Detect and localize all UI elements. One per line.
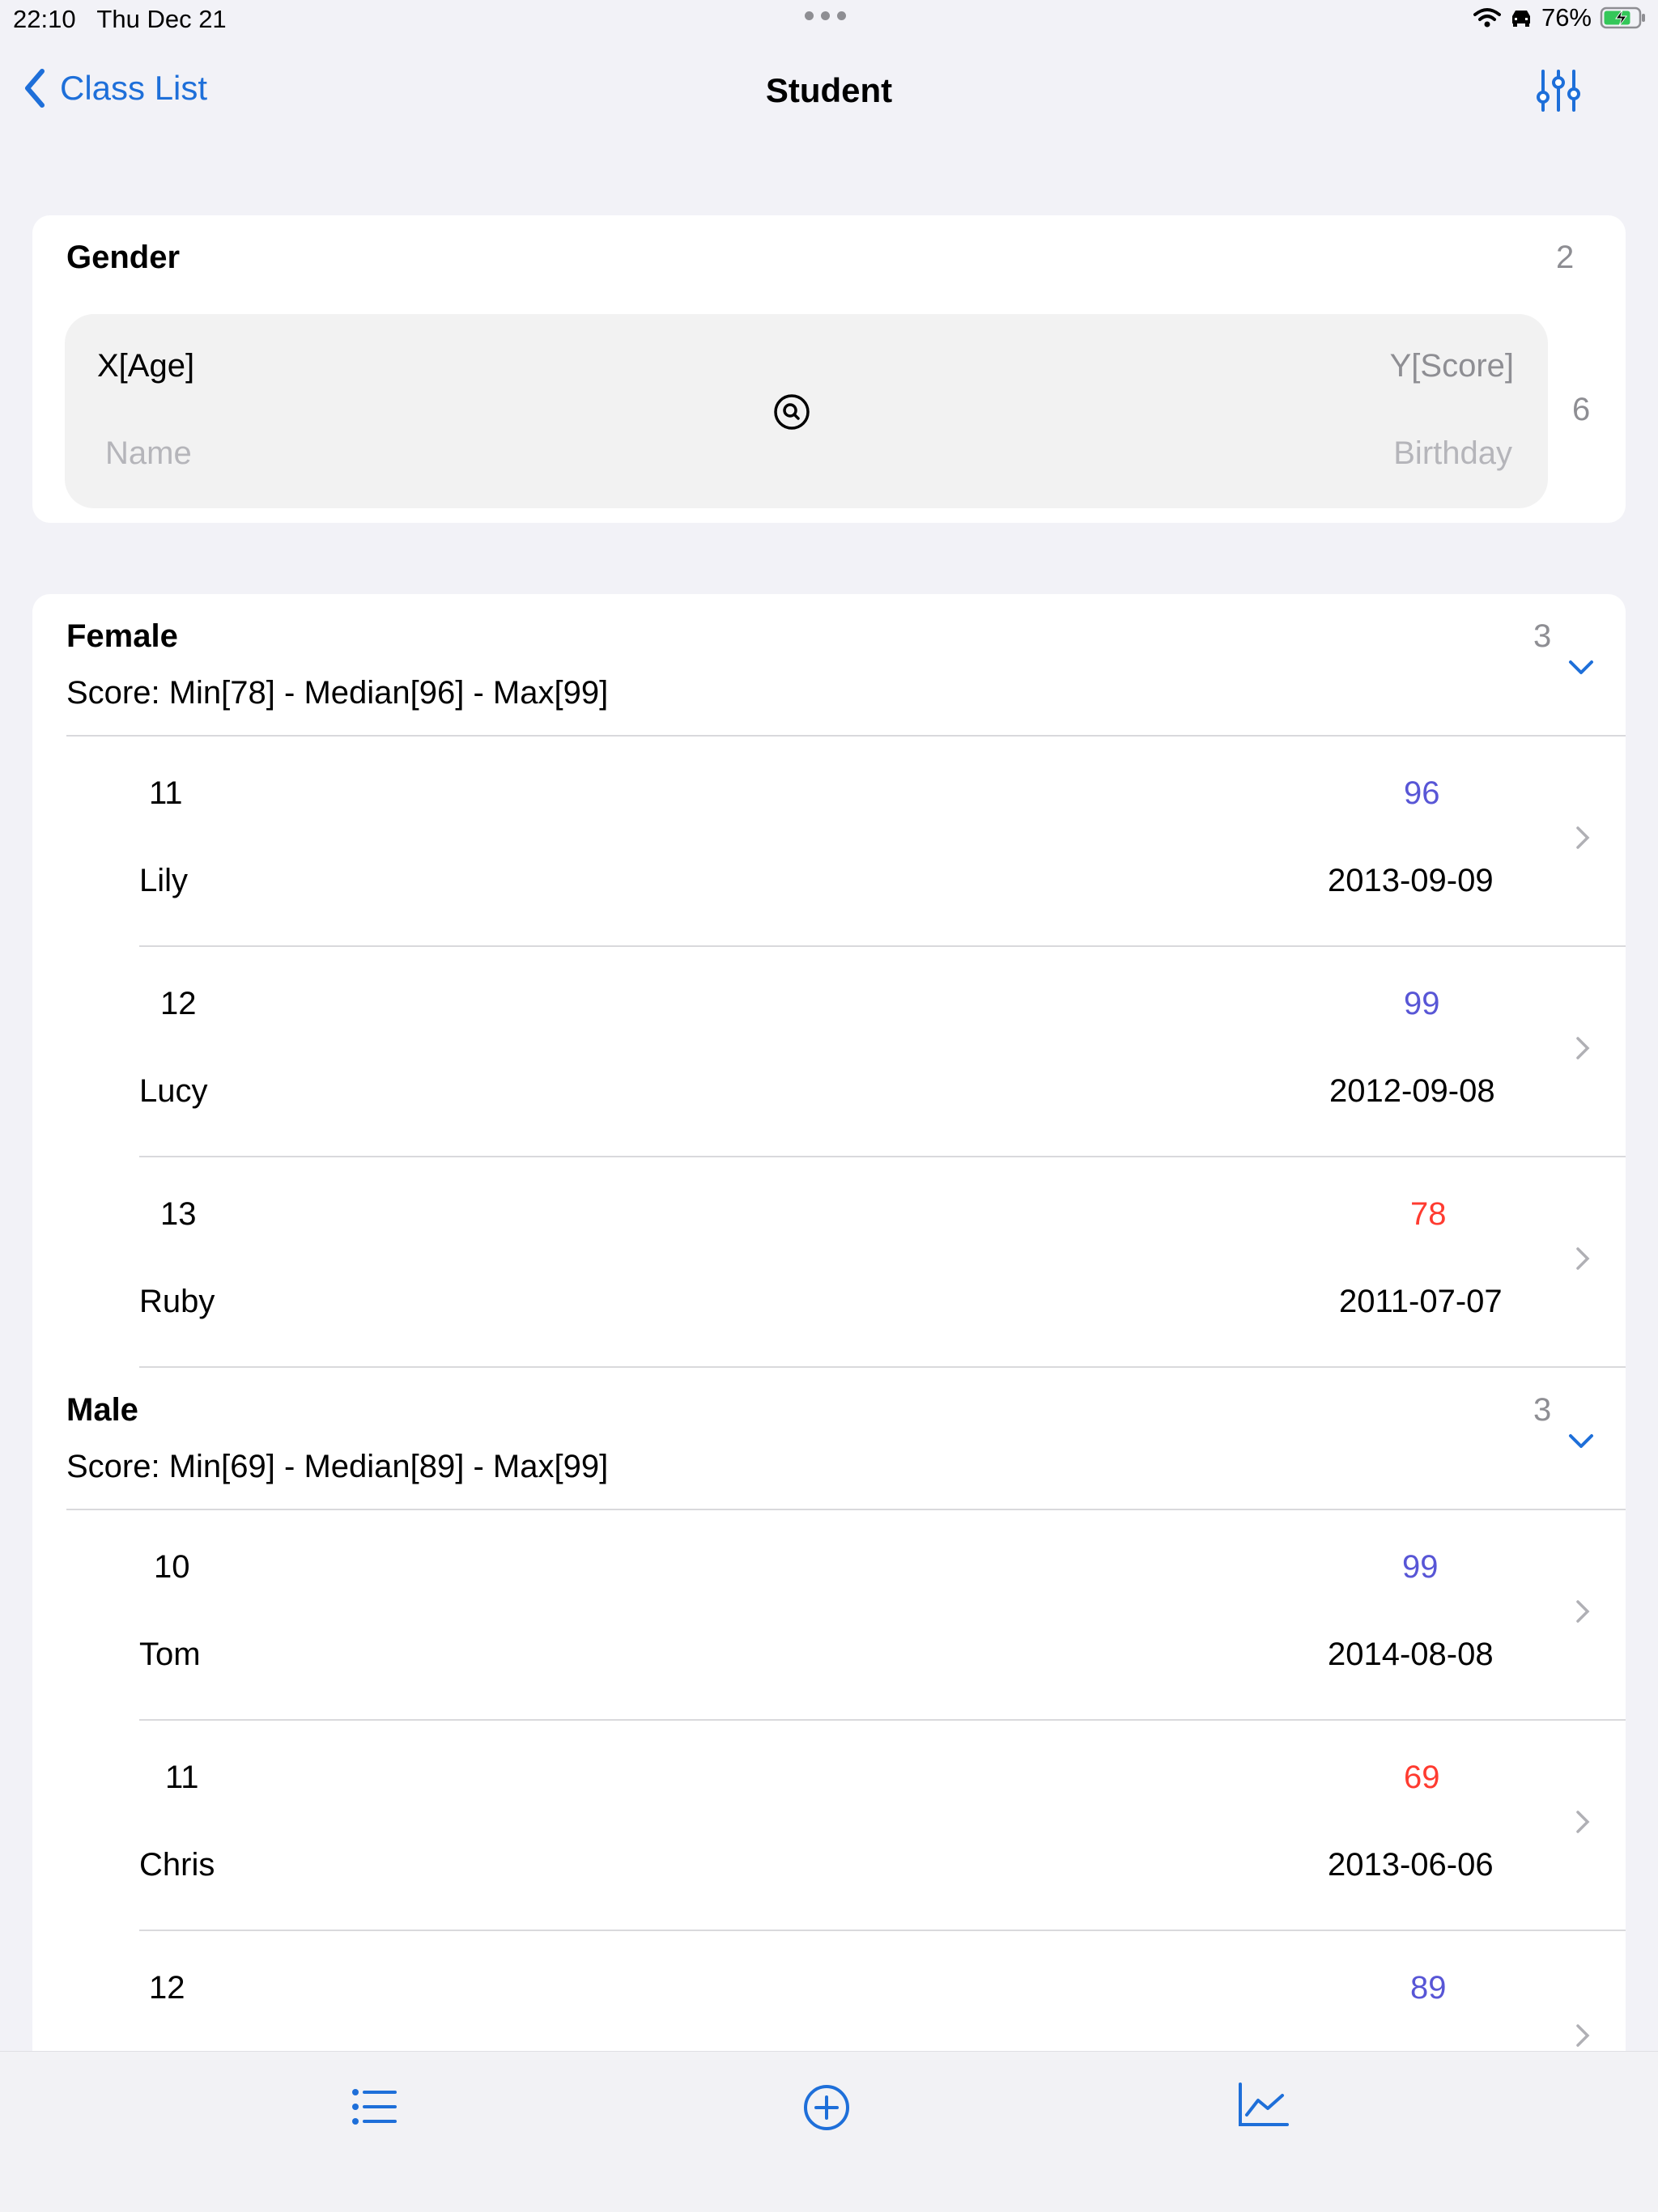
list-icon[interactable]	[351, 2087, 398, 2126]
multitasking-dots[interactable]	[805, 11, 846, 20]
age-value: 12	[149, 1970, 185, 2006]
bottom-toolbar	[0, 2051, 1658, 2212]
score-value: 96	[1404, 775, 1440, 811]
search-circle-icon[interactable]	[773, 393, 810, 431]
chart-icon[interactable]	[1237, 2083, 1289, 2128]
student-name: Lily	[139, 863, 189, 898]
chevron-right-icon	[1576, 1811, 1590, 1833]
filter-settings-button[interactable]	[1535, 68, 1582, 117]
age-value: 12	[160, 986, 197, 1021]
chevron-down-icon[interactable]	[1567, 1433, 1595, 1450]
grouping-title: Gender	[66, 240, 181, 275]
status-indicators: 76%	[1473, 3, 1647, 32]
car-icon	[1511, 11, 1530, 27]
battery-charging-icon	[1600, 6, 1645, 29]
list-item[interactable]: 11 Chris 69 2013-06-06	[32, 1721, 1626, 1931]
group-header-female[interactable]: Female Score: Min[78] - Median[96] - Max…	[32, 594, 1626, 737]
chevron-right-icon	[1576, 1037, 1590, 1059]
score-value: 78	[1410, 1196, 1447, 1232]
group-count: 3	[1533, 618, 1552, 654]
group-summary: Score: Min[69] - Median[89] - Max[99]	[66, 1449, 609, 1484]
chevron-right-icon	[1576, 1247, 1590, 1270]
age-value: 13	[160, 1196, 197, 1232]
list-item[interactable]: 13 Ruby 78 2011-07-07	[32, 1157, 1626, 1368]
group-summary: Score: Min[78] - Median[96] - Max[99]	[66, 675, 609, 711]
list-item[interactable]: 10 Tom 99 2014-08-08	[32, 1510, 1626, 1721]
list-item[interactable]: 12 Lucy 99 2012-09-08	[32, 947, 1626, 1157]
age-value: 11	[165, 1760, 199, 1795]
age-value: 11	[149, 775, 183, 811]
student-name: Chris	[139, 1847, 215, 1883]
field-mapping-box[interactable]: X[Age] Y[Score] Name Birthday	[65, 314, 1548, 508]
student-name: Lucy	[139, 1073, 208, 1109]
birthday-value: 2013-09-09	[1328, 863, 1494, 898]
chevron-right-icon	[1576, 1600, 1590, 1623]
list-item[interactable]: 11 Lily 96 2013-09-09	[32, 737, 1626, 947]
status-time: 22:10 Thu Dec 21	[13, 5, 227, 33]
chevron-down-icon[interactable]	[1567, 659, 1595, 677]
wifi-icon	[1473, 8, 1501, 28]
score-value: 69	[1404, 1760, 1440, 1795]
group-header-male[interactable]: Male Score: Min[69] - Median[89] - Max[9…	[32, 1368, 1626, 1510]
x-axis-field: X[Age]	[97, 348, 195, 384]
group-count: 3	[1533, 1392, 1552, 1428]
birthday-value: 2012-09-08	[1329, 1073, 1495, 1109]
y-axis-field: Y[Score]	[1389, 348, 1514, 384]
birthday-value: 2013-06-06	[1328, 1847, 1494, 1883]
birthday-value: 2014-08-08	[1328, 1637, 1494, 1672]
student-name: Ruby	[139, 1284, 215, 1319]
grouped-list: Female Score: Min[78] - Median[96] - Max…	[32, 594, 1626, 2051]
birthday-field: Birthday	[1393, 435, 1512, 471]
score-value: 99	[1404, 986, 1440, 1021]
status-date: Thu Dec 21	[96, 5, 227, 33]
score-value: 89	[1410, 1970, 1447, 2006]
grouping-card: Gender 2 X[Age] Y[Score] Name Birthday 6	[32, 215, 1626, 523]
group-title: Male	[66, 1392, 138, 1428]
group-title: Female	[66, 618, 178, 654]
field-count: 6	[1572, 392, 1591, 427]
age-value: 10	[154, 1549, 190, 1585]
sliders-icon	[1537, 70, 1580, 112]
list-item[interactable]: 12 89	[32, 1931, 1626, 2051]
chevron-right-icon	[1576, 826, 1590, 849]
chevron-right-icon	[1576, 2024, 1590, 2047]
name-field: Name	[105, 435, 192, 471]
birthday-value: 2011-07-07	[1339, 1284, 1503, 1319]
battery-percent: 76%	[1541, 3, 1592, 32]
page-title: Student	[765, 71, 893, 109]
add-circle-icon[interactable]	[803, 2084, 850, 2131]
grouping-count: 2	[1556, 240, 1575, 275]
score-value: 99	[1402, 1549, 1439, 1585]
student-name: Tom	[139, 1637, 201, 1672]
